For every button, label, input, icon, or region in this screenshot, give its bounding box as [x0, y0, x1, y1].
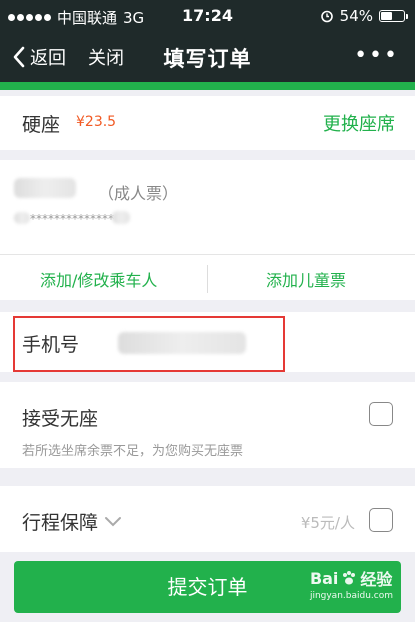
actions-divider	[207, 265, 208, 293]
battery-percent: 54%	[339, 7, 373, 25]
no-seat-description: 若所选坐席余票不足，为您购买无座票	[22, 444, 244, 459]
header-accent-bar	[0, 82, 415, 90]
insurance-price: ¥5元/人	[300, 514, 355, 532]
alarm-icon	[320, 10, 333, 23]
id-prefix-redacted	[14, 212, 30, 224]
page-title: 填写订单	[163, 47, 252, 71]
id-number: **************	[30, 212, 114, 226]
watermark-brand: Bai 经验	[310, 566, 393, 590]
no-seat-section: 接受无座 若所选坐席余票不足，为您购买无座票	[0, 382, 415, 468]
status-bar: 中国联通 3G 17:24 54%	[0, 0, 415, 32]
insurance-title: 行程保障	[22, 512, 99, 534]
no-seat-title: 接受无座	[22, 408, 99, 430]
watermark-url: jingyan.baidu.com	[309, 591, 393, 601]
insurance-checkbox[interactable]	[369, 508, 393, 532]
insurance-toggle[interactable]: 行程保障	[22, 508, 122, 535]
ticket-type: （成人票）	[98, 184, 179, 203]
change-seat-link[interactable]: 更换座席	[323, 110, 395, 136]
passenger-name-redacted	[14, 178, 76, 198]
baidu-jingyan-watermark: Bai 经验 jingyan.baidu.com	[309, 566, 393, 602]
seat-price: ¥23.5	[76, 114, 117, 130]
battery-icon	[379, 10, 408, 22]
phone-highlight-box	[13, 316, 285, 372]
watermark-brand-suffix: 经验	[360, 570, 393, 589]
passenger-section: （成人票） ************** 添加/修改乘车人 添加儿童票	[0, 160, 415, 300]
seat-section: 硬座 ¥23.5 更换座席	[0, 96, 415, 150]
paw-icon	[343, 571, 356, 585]
watermark-brand-text: Bai	[309, 568, 339, 588]
more-button[interactable]: •••	[354, 43, 399, 68]
add-child-ticket-button[interactable]: 添加儿童票	[266, 267, 346, 291]
no-seat-checkbox[interactable]	[369, 402, 393, 426]
chevron-down-icon	[105, 516, 122, 526]
id-suffix-redacted	[112, 211, 130, 224]
seat-type: 硬座	[22, 114, 61, 136]
nav-bar: 返回 关闭 填写订单 •••	[0, 32, 415, 82]
edit-passenger-button[interactable]: 添加/修改乘车人	[40, 267, 157, 291]
status-right: 54%	[320, 7, 408, 25]
passenger-actions: 添加/修改乘车人 添加儿童票	[0, 254, 415, 300]
insurance-section: 行程保障 ¥5元/人	[0, 486, 415, 552]
